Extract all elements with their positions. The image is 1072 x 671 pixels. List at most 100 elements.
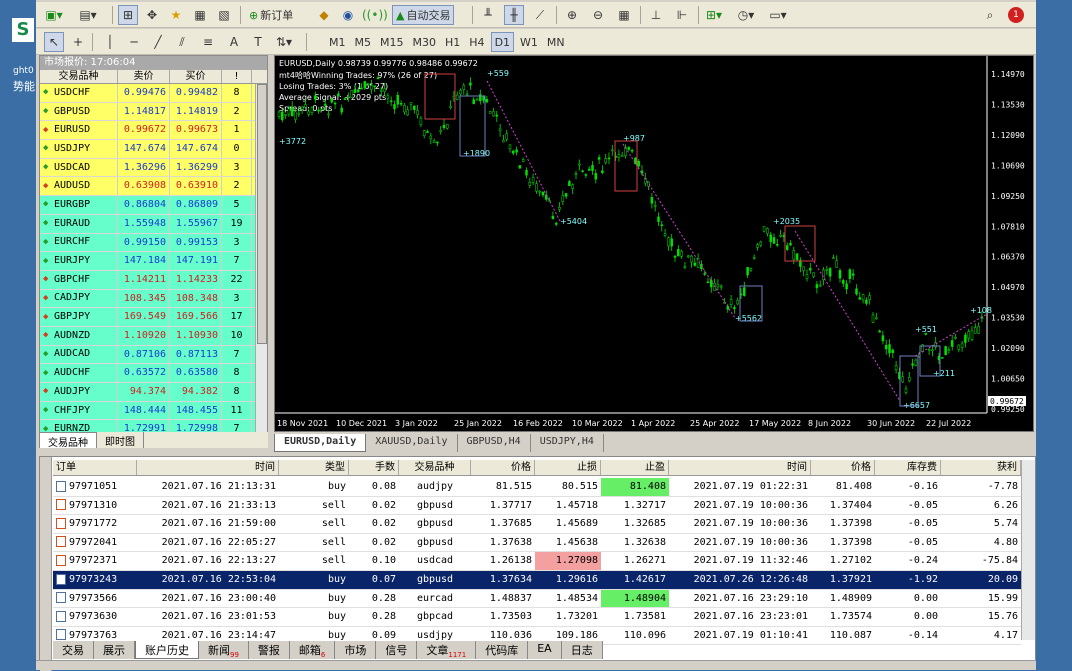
- col-7[interactable]: 止盈: [601, 460, 669, 475]
- cursor-icon[interactable]: ↖: [44, 32, 64, 52]
- market-row-euraud[interactable]: ◆ EURAUD 1.55948 1.55967 19: [40, 214, 267, 234]
- market-row-audjpy[interactable]: ◆ AUDJPY 94.374 94.382 8: [40, 383, 267, 402]
- tile-windows-icon[interactable]: ▦: [614, 5, 634, 25]
- market-row-audusd[interactable]: ◆ AUDUSD 0.63908 0.63910 2: [40, 177, 267, 197]
- col-1[interactable]: 时间: [137, 460, 279, 475]
- terminal-tab[interactable]: 警报: [249, 641, 290, 659]
- market-row-eurjpy[interactable]: ◆ EURJPY 147.184 147.191 7: [40, 252, 267, 271]
- table-row[interactable]: 97971051 2021.07.16 21:13:31 buy 0.08 audjpy…: [53, 478, 1021, 497]
- market-row-gbpjpy[interactable]: ◆ GBPJPY 169.549 169.566 17: [40, 308, 267, 327]
- trendline-icon[interactable]: ╱: [148, 32, 168, 52]
- community-icon[interactable]: ◉: [338, 5, 358, 25]
- market-row-usdcad[interactable]: ◆ USDCAD 1.36296 1.36299 3: [40, 158, 267, 178]
- vertical-line-icon[interactable]: │: [100, 32, 120, 52]
- table-row[interactable]: 97971310 2021.07.16 21:33:13 sell 0.02 gbpus…: [53, 497, 1021, 516]
- terminal-tab[interactable]: 市场: [335, 641, 377, 659]
- col-11[interactable]: 获利: [941, 460, 1021, 475]
- terminal-icon[interactable]: ▦: [190, 5, 210, 25]
- terminal-tab[interactable]: 展示: [94, 641, 135, 659]
- table-row[interactable]: 97973243 2021.07.16 22:53:04 buy 0.07 gbpusd…: [53, 571, 1021, 590]
- table-row[interactable]: 97971772 2021.07.16 21:59:00 sell 0.02 gbpus…: [53, 515, 1021, 534]
- col-5[interactable]: 价格: [471, 460, 535, 475]
- history-scrollbar[interactable]: [1021, 460, 1035, 640]
- candlestick-icon[interactable]: ╫: [504, 5, 524, 25]
- horizontal-line-icon[interactable]: ─: [124, 32, 144, 52]
- terminal-tab[interactable]: 日志: [562, 641, 603, 659]
- market-row-chfjpy[interactable]: ◆ CHFJPY 148.444 148.455 11: [40, 401, 267, 421]
- chart-shift-icon[interactable]: ⊩: [672, 5, 692, 25]
- tester-icon[interactable]: ▧: [214, 5, 234, 25]
- col-spread[interactable]: !: [222, 70, 252, 83]
- data-window-icon[interactable]: ✥: [142, 5, 162, 25]
- market-row-cadjpy[interactable]: ◆ CADJPY 108.345 108.348 3: [40, 289, 267, 309]
- col-6[interactable]: 止损: [535, 460, 601, 475]
- tab-tick-chart[interactable]: 即时图: [97, 432, 144, 448]
- indicators-icon[interactable]: ⊞▾: [704, 5, 724, 25]
- new-chart-icon[interactable]: ▣▾: [44, 5, 64, 25]
- navigator-icon[interactable]: ★: [166, 5, 186, 25]
- table-row[interactable]: 97972041 2021.07.16 22:05:27 sell 0.02 gbpus…: [53, 534, 1021, 553]
- terminal-tab[interactable]: 文章1171: [417, 641, 477, 659]
- col-symbol[interactable]: 交易品种: [40, 70, 118, 83]
- auto-trading-button[interactable]: ▲ 自动交易: [392, 5, 455, 25]
- arrows-icon[interactable]: ⇅▾: [274, 32, 294, 52]
- timeframe-m5[interactable]: M5: [352, 32, 375, 52]
- col-10[interactable]: 库存费: [875, 460, 941, 475]
- bar-chart-icon[interactable]: ╨: [478, 5, 498, 25]
- terminal-tab[interactable]: 交易: [53, 641, 94, 659]
- profiles-icon[interactable]: ▤▾: [78, 5, 98, 25]
- timeframe-h1[interactable]: H1: [442, 32, 463, 52]
- col-3[interactable]: 手数: [349, 460, 399, 475]
- terminal-tab[interactable]: 新闻99: [199, 641, 249, 659]
- text-icon[interactable]: A: [224, 32, 244, 52]
- chart-tab[interactable]: USDJPY,H4: [531, 434, 604, 452]
- col-ask[interactable]: 买价: [170, 70, 222, 83]
- market-row-audchf[interactable]: ◆ AUDCHF 0.63572 0.63580 8: [40, 364, 267, 383]
- signals-icon[interactable]: ((•)): [362, 5, 388, 25]
- market-row-usdjpy[interactable]: ◆ USDJPY 147.674 147.674 0: [40, 140, 267, 159]
- market-row-eurgbp[interactable]: ◆ EURGBP 0.86804 0.86809 5: [40, 196, 267, 215]
- timeframe-d1[interactable]: D1: [490, 32, 515, 52]
- timeframe-mn[interactable]: MN: [544, 32, 568, 52]
- timeframe-m15[interactable]: M15: [377, 32, 407, 52]
- market-row-gbpchf[interactable]: ◆ GBPCHF 1.14211 1.14233 22: [40, 270, 267, 290]
- market-row-usdchf[interactable]: ◆ USDCHF 0.99476 0.99482 8: [40, 84, 267, 103]
- fibonacci-icon[interactable]: ≡: [198, 32, 218, 52]
- terminal-tab[interactable]: 代码库: [476, 641, 529, 659]
- timeframe-h4[interactable]: H4: [466, 32, 487, 52]
- table-row[interactable]: 97972371 2021.07.16 22:13:27 sell 0.10 usdca…: [53, 552, 1021, 571]
- market-row-audnzd[interactable]: ◆ AUDNZD 1.10920 1.10930 10: [40, 326, 267, 346]
- channel-icon[interactable]: ⫽: [172, 32, 192, 52]
- autoscroll-icon[interactable]: ⊥: [646, 5, 666, 25]
- chart-window[interactable]: 1.14970 1.13530 1.12090 1.10690 1.09250 1.078…: [274, 55, 1034, 432]
- templates-icon[interactable]: ▭▾: [768, 5, 788, 25]
- search-icon[interactable]: ⌕: [980, 5, 1000, 25]
- col-4[interactable]: 交易品种: [399, 460, 471, 475]
- zoom-out-icon[interactable]: ⊖: [588, 5, 608, 25]
- market-row-gbpusd[interactable]: ◆ GBPUSD 1.14817 1.14819 2: [40, 102, 267, 122]
- chart-tab[interactable]: EURUSD,Daily: [274, 434, 367, 452]
- col-0[interactable]: 订单: [53, 460, 137, 475]
- market-row-audcad[interactable]: ◆ AUDCAD 0.87106 0.87113 7: [40, 345, 267, 365]
- terminal-tab[interactable]: 信号: [376, 641, 418, 659]
- market-watch-scrollbar[interactable]: [255, 84, 267, 434]
- chart-tab[interactable]: GBPUSD,H4: [458, 434, 531, 452]
- crosshair-icon[interactable]: +: [68, 32, 88, 52]
- chart-tab[interactable]: XAUUSD,Daily: [366, 434, 458, 452]
- table-row[interactable]: 97973566 2021.07.16 23:00:40 buy 0.28 eurcad…: [53, 589, 1021, 609]
- col-8[interactable]: 时间: [669, 460, 811, 475]
- zoom-in-icon[interactable]: ⊕: [562, 5, 582, 25]
- alert-badge-icon[interactable]: 1: [1008, 7, 1024, 23]
- terminal-tab[interactable]: 邮箱6: [290, 641, 336, 659]
- market-row-eurusd[interactable]: ◆ EURUSD 0.99672 0.99673 1: [40, 121, 267, 141]
- col-bid[interactable]: 卖价: [118, 70, 170, 83]
- timeframe-m30[interactable]: M30: [410, 32, 440, 52]
- new-order-button[interactable]: ⊕ 新订单: [246, 5, 296, 25]
- line-chart-icon[interactable]: ⟋: [530, 5, 550, 25]
- timeframe-m1[interactable]: M1: [326, 32, 349, 52]
- periods-icon[interactable]: ◷▾: [736, 5, 756, 25]
- metaeditor-icon[interactable]: ◆: [314, 5, 334, 25]
- text-label-icon[interactable]: T: [248, 32, 268, 52]
- terminal-tab[interactable]: EA: [528, 641, 562, 659]
- col-9[interactable]: 价格: [811, 460, 875, 475]
